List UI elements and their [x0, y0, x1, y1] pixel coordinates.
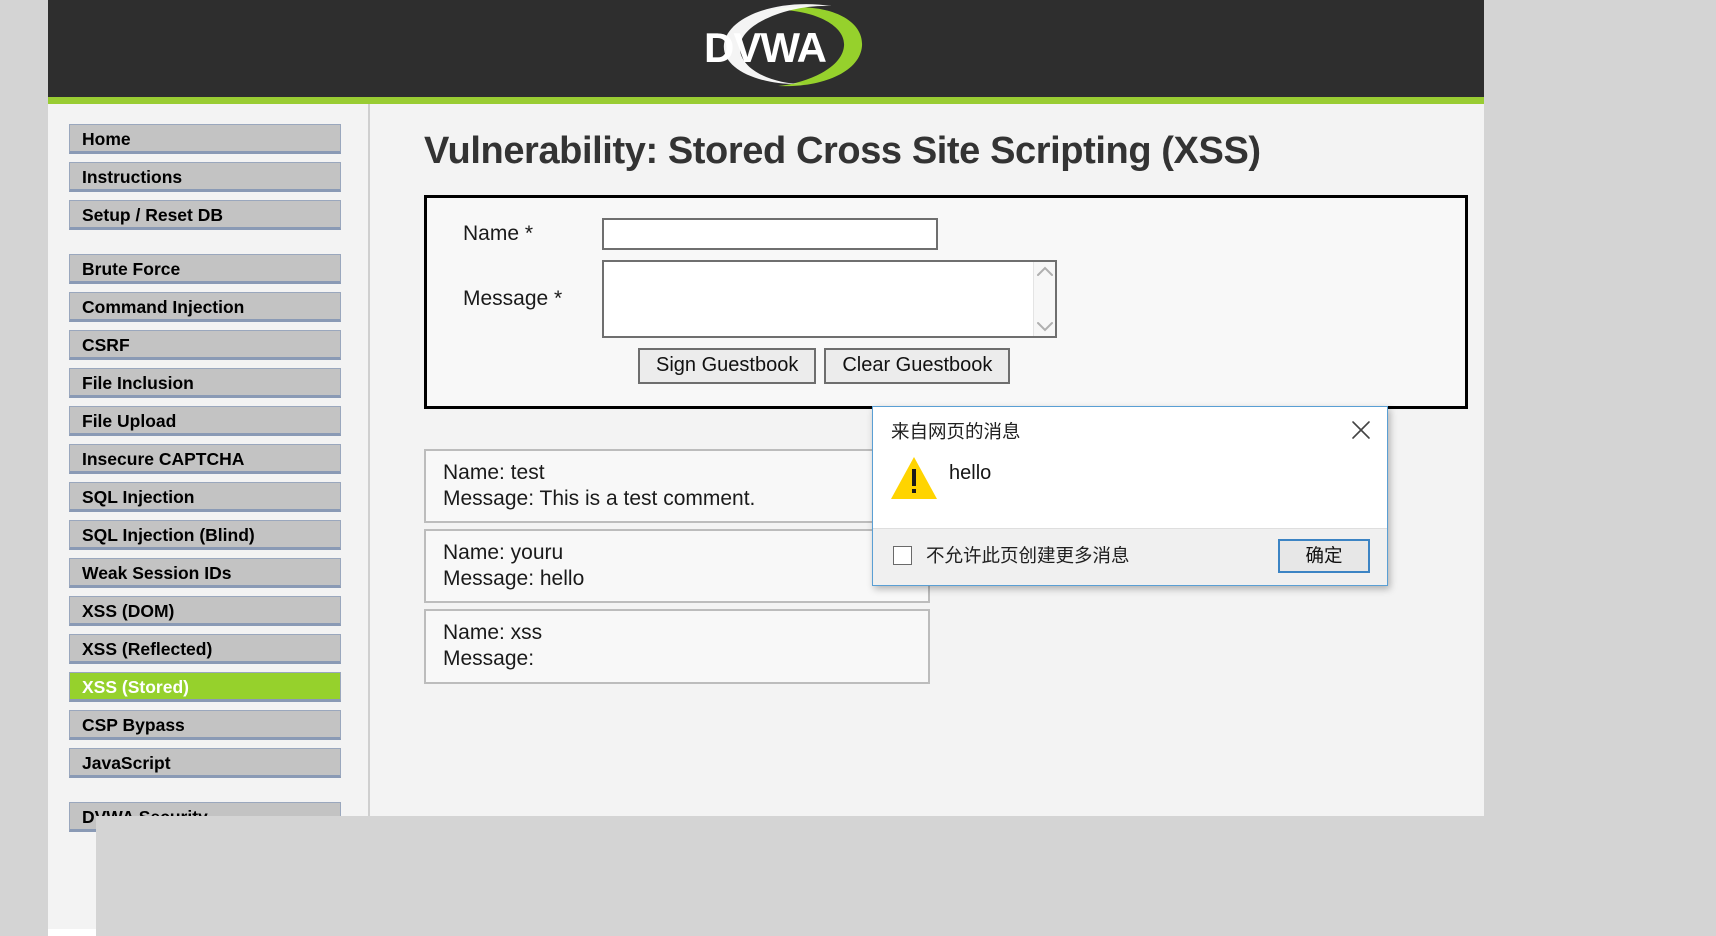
sidebar-item-command-injection[interactable]: Command Injection — [69, 292, 341, 322]
sidebar-item-xss-dom[interactable]: XSS (DOM) — [69, 596, 341, 626]
sidebar-item-xss-stored[interactable]: XSS (Stored) — [69, 672, 341, 702]
bottom-gutter — [96, 816, 1532, 936]
guestbook-buttons: Sign Guestbook Clear Guestbook — [427, 348, 1465, 384]
sidebar-item-setup-reset-db[interactable]: Setup / Reset DB — [69, 200, 341, 230]
sidebar-item-csp-bypass[interactable]: CSP Bypass — [69, 710, 341, 740]
guestbook-form: Name * Message * Sign Guestbook Clear Gu… — [424, 195, 1468, 409]
sidebar-item-file-upload[interactable]: File Upload — [69, 406, 341, 436]
dialog-titlebar: 来自网页的消息 — [873, 407, 1387, 453]
left-gutter — [0, 0, 48, 936]
entry-message: Message: — [443, 647, 535, 671]
clear-guestbook-button[interactable]: Clear Guestbook — [824, 348, 1011, 384]
entry-name: Name: test — [443, 461, 545, 484]
message-label: Message * — [463, 287, 563, 310]
dvwa-logo: DVWA — [682, 2, 868, 90]
message-input[interactable] — [602, 260, 1057, 338]
sidebar-group-vulnerabilities: Brute Force Command Injection CSRF File … — [69, 254, 360, 778]
sidebar-item-instructions[interactable]: Instructions — [69, 162, 341, 192]
page-title: Vulnerability: Stored Cross Site Scripti… — [424, 130, 1261, 172]
dialog-title: 来自网页的消息 — [891, 421, 1021, 442]
suppress-dialogs-label: 不允许此页创建更多消息 — [926, 545, 1130, 566]
chevron-down-icon[interactable] — [1036, 321, 1053, 332]
sidebar-item-xss-reflected[interactable]: XSS (Reflected) — [69, 634, 341, 664]
dialog-body: hello — [873, 453, 1387, 529]
guestbook-entry: Name: youru Message: hello — [424, 529, 930, 604]
chevron-up-icon[interactable] — [1036, 266, 1053, 277]
webpage-message-dialog: 来自网页的消息 hello 不允许此页创建更多消息 确定 — [872, 406, 1388, 586]
entry-message: Message: hello — [443, 566, 585, 590]
entry-message: Message: This is a test comment. — [443, 486, 756, 510]
sidebar-item-csrf[interactable]: CSRF — [69, 330, 341, 360]
sidebar-item-javascript[interactable]: JavaScript — [69, 748, 341, 778]
warning-icon — [889, 455, 939, 501]
main-content-inner: Vulnerability: Stored Cross Site Scripti… — [372, 104, 1484, 684]
message-wrapper — [602, 260, 1057, 338]
name-input[interactable] — [602, 218, 938, 250]
sidebar-item-sql-injection[interactable]: SQL Injection — [69, 482, 341, 512]
dialog-ok-button[interactable]: 确定 — [1278, 539, 1370, 573]
name-row: Name * — [427, 218, 1465, 250]
dialog-footer: 不允许此页创建更多消息 确定 — [873, 528, 1387, 585]
entry-name: Name: xss — [443, 621, 543, 645]
sidebar-item-insecure-captcha[interactable]: Insecure CAPTCHA — [69, 444, 341, 474]
sidebar-item-home[interactable]: Home — [69, 124, 341, 154]
right-gutter — [1484, 0, 1716, 936]
sidebar-item-sql-injection-blind[interactable]: SQL Injection (Blind) — [69, 520, 341, 550]
entry-name: Name: youru — [443, 541, 564, 565]
suppress-dialogs-checkbox[interactable] — [893, 545, 912, 565]
guestbook-entry: Name: test Message: This is a test comme… — [424, 449, 930, 524]
dialog-message: hello — [949, 462, 992, 484]
sidebar-group-general: Home Instructions Setup / Reset DB — [69, 124, 360, 230]
sidebar-item-file-inclusion[interactable]: File Inclusion — [69, 368, 341, 398]
site-header: DVWA — [48, 0, 1484, 104]
close-icon[interactable] — [1344, 413, 1378, 447]
sidebar-nav-inner: Home Instructions Setup / Reset DB Brute… — [48, 104, 368, 832]
guestbook-entry: Name: xss Message: — [424, 609, 930, 684]
svg-text:DVWA: DVWA — [704, 24, 827, 71]
message-row: Message * — [427, 260, 1465, 338]
sign-guestbook-button[interactable]: Sign Guestbook — [638, 348, 817, 384]
suppress-dialogs-checkbox-row[interactable]: 不允许此页创建更多消息 — [893, 542, 1130, 568]
sidebar-item-brute-force[interactable]: Brute Force — [69, 254, 341, 284]
message-scrollbar[interactable] — [1033, 262, 1055, 336]
sidebar-nav: Home Instructions Setup / Reset DB Brute… — [48, 104, 370, 929]
screen: DVWA Home Instructions Setup / Reset DB … — [0, 0, 1716, 936]
sidebar-item-weak-session-ids[interactable]: Weak Session IDs — [69, 558, 341, 588]
name-label: Name * — [463, 222, 534, 245]
